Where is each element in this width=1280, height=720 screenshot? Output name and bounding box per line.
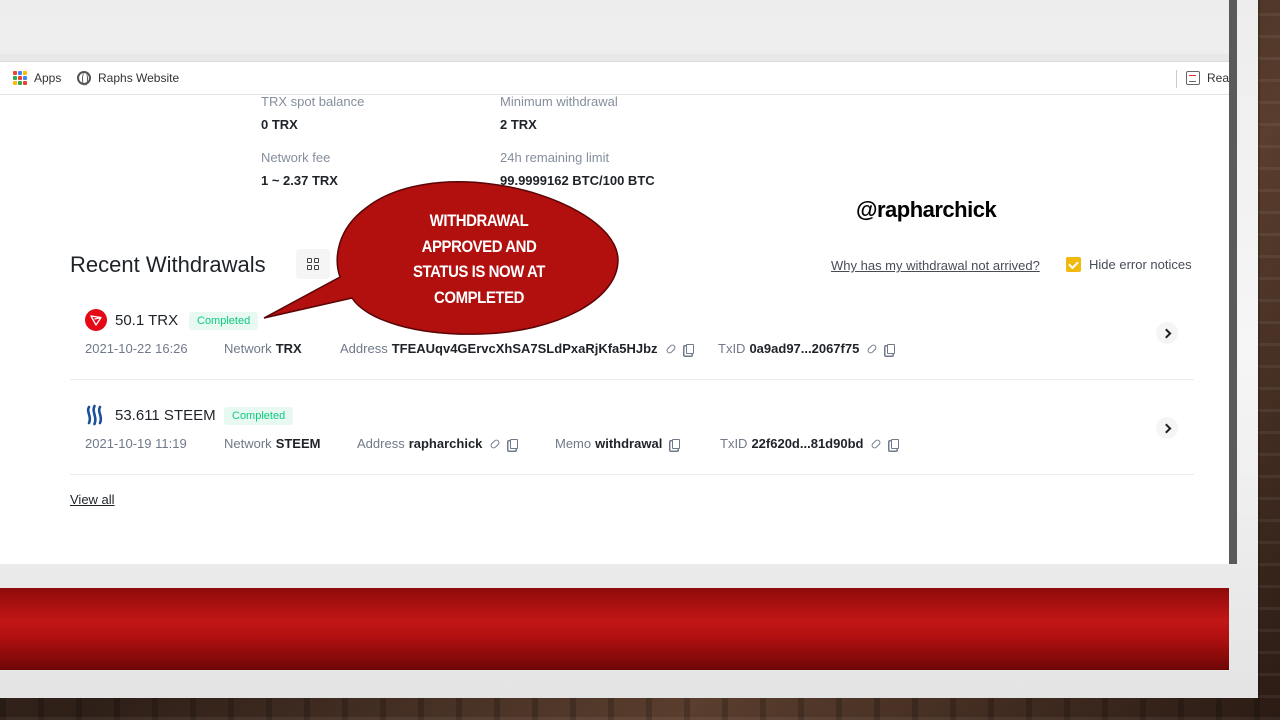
address-label: Address [340,341,388,356]
txid-label: TxID [720,436,748,451]
withdrawal-network: Network TRX [224,341,302,356]
withdrawal-address: Address rapharchick [357,436,519,451]
bookmarks-bar: Apps Raphs Website Readi [0,62,1236,95]
spot-balance-label: TRX spot balance [261,94,365,109]
view-all-link[interactable]: View all [70,492,115,507]
memo-value: withdrawal [595,436,663,451]
link-icon[interactable] [870,437,883,450]
link-icon[interactable] [664,342,677,355]
bookmark-raphs-website[interactable]: Raphs Website [77,71,180,86]
txid-label: TxID [718,341,746,356]
withdrawal-datetime: 2021-10-19 11:19 [85,436,187,451]
withdrawal-amount: 50.1 TRX [115,312,179,329]
globe-icon [77,71,91,86]
reading-list-icon [1186,71,1200,85]
chevron-right-icon[interactable] [1156,322,1178,344]
withdrawal-memo: Memo withdrawal [555,436,681,451]
copy-icon[interactable] [887,343,896,354]
datetime-value: 2021-10-19 11:19 [85,436,187,451]
link-icon[interactable] [489,437,502,450]
status-badge: Completed [189,312,259,330]
spot-balance-value: 0 TRX [261,117,298,132]
memo-label: Memo [555,436,592,451]
why-not-arrived-link[interactable]: Why has my withdrawal not arrived? [831,258,1040,273]
bookmark-site-label: Raphs Website [98,71,180,85]
copy-icon[interactable] [510,438,519,449]
network-fee-label: Network fee [261,150,331,165]
bookmark-apps-label: Apps [34,71,62,85]
status-badge: Completed [224,407,294,425]
copy-icon[interactable] [672,438,681,449]
footer-red-band [0,588,1229,670]
min-withdrawal-label: Minimum withdrawal [500,94,618,109]
chevron-right-icon[interactable] [1156,417,1178,439]
copy-icon[interactable] [891,438,900,449]
bookmark-apps[interactable]: Apps [13,71,61,85]
network-value: STEEM [275,436,321,451]
network-label: Network [224,436,272,451]
network-label: Network [224,341,272,356]
callout-text: WITHDRAWAL APPROVED AND STATUS IS NOW AT… [412,211,546,307]
datetime-value: 2021-10-22 16:26 [85,341,188,356]
recent-withdrawals-title: Recent Withdrawals [70,252,266,277]
hide-errors-checkbox[interactable] [1066,257,1081,272]
network-value: TRX [275,341,302,356]
window-edge [1229,0,1237,564]
apps-grid-icon [13,71,27,85]
address-label: Address [357,436,405,451]
tron-icon [85,309,107,331]
steem-icon [86,404,103,426]
withdrawal-datetime: 2021-10-22 16:26 [85,341,188,356]
remaining-limit-label: 24h remaining limit [500,150,610,165]
withdrawal-network: Network STEEM [224,436,320,451]
address-bar-strip [0,54,1236,62]
withdrawal-amount: 53.611 STEEM [115,407,216,424]
txid-value: 22f620d...81d90bd [751,436,864,451]
withdrawal-row[interactable]: 50.1 TRX Completed 2021-10-22 16:26 Netw… [70,286,1194,380]
bookmarks-divider [1176,70,1177,88]
txid-value: 0a9ad97...2067f75 [749,341,860,356]
withdrawal-txid: TxID 0a9ad97...2067f75 [718,341,896,356]
address-value: TFEAUqv4GErvcXhSA7SLdPxaRjKfa5HJbz [391,341,658,356]
copy-icon[interactable] [685,343,694,354]
withdrawal-address: Address TFEAUqv4GErvcXhSA7SLdPxaRjKfa5HJ… [340,341,694,356]
address-value: rapharchick [408,436,483,451]
link-icon[interactable] [866,342,878,355]
withdrawal-row[interactable]: 53.611 STEEM Completed 2021-10-19 11:19 … [70,381,1194,475]
withdrawal-txid: TxID 22f620d...81d90bd [720,436,900,451]
min-withdrawal-value: 2 TRX [500,117,537,132]
author-watermark: @rapharchick [856,197,997,222]
hide-errors-label: Hide error notices [1089,257,1192,272]
